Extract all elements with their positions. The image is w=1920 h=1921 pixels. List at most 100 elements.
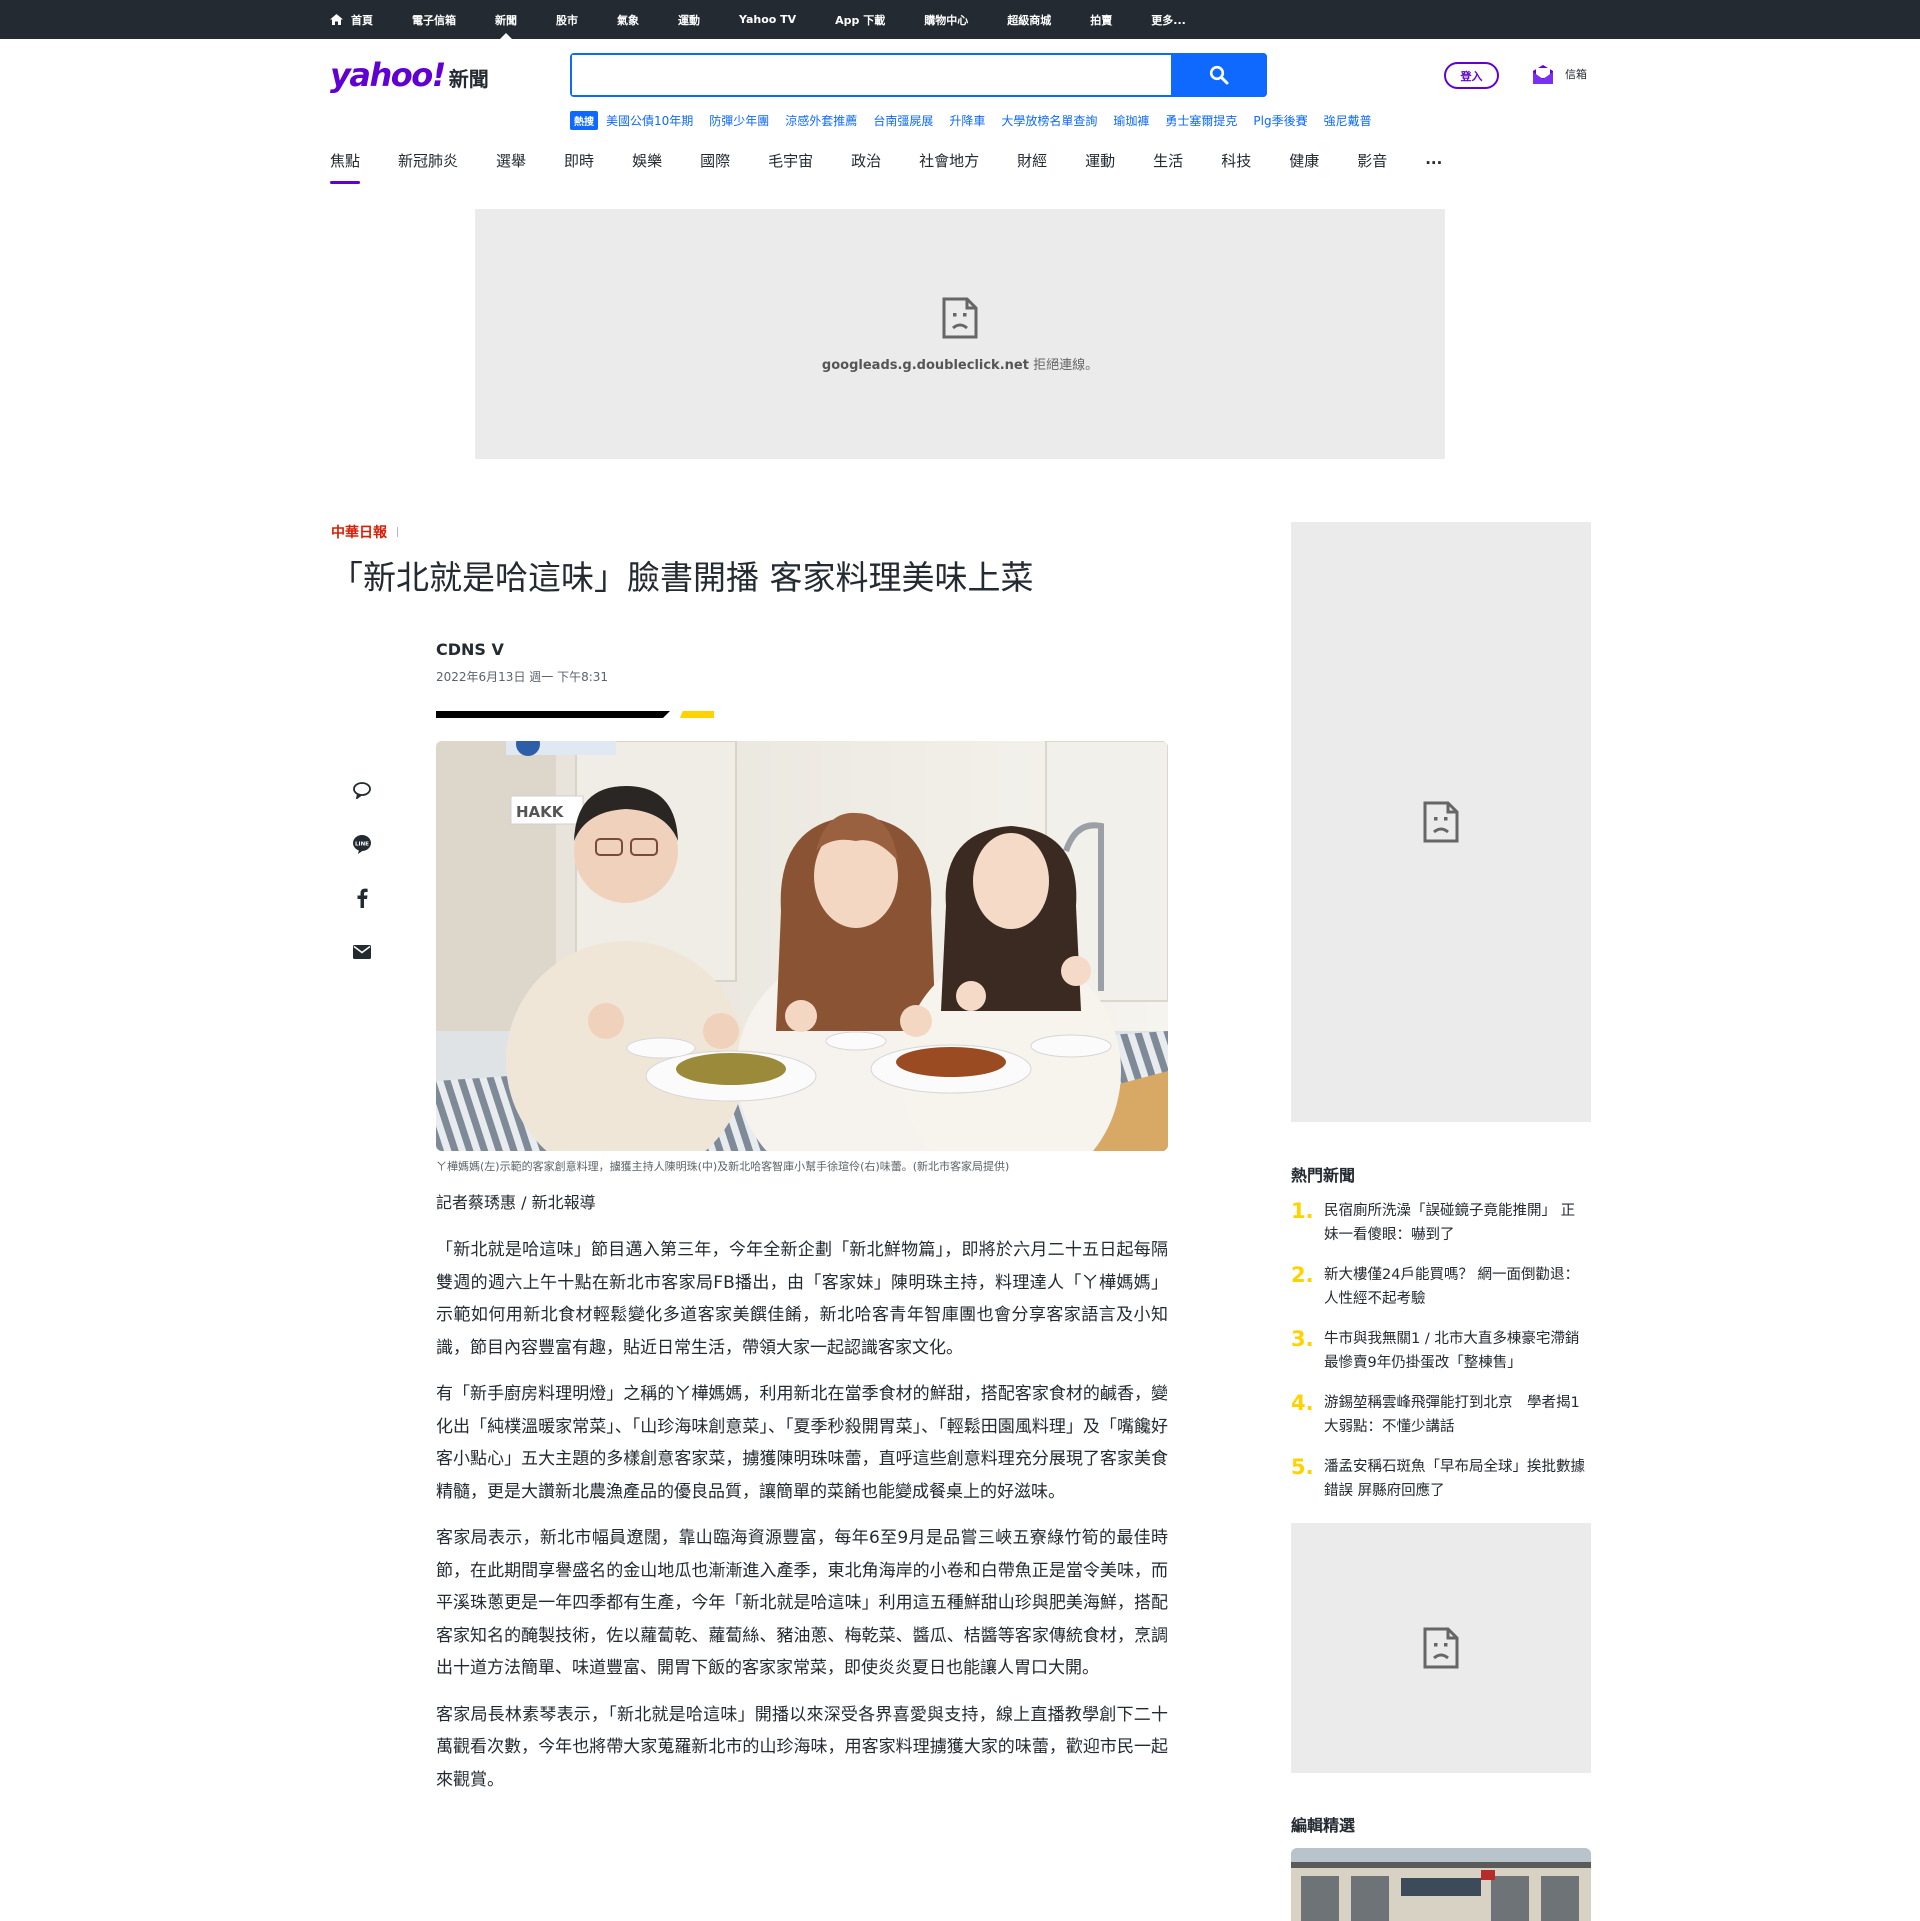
hot-news-item[interactable]: 5. 潘孟安稱石斑魚「早布局全球」挨批數據錯誤 屏縣府回應了 [1291, 1455, 1591, 1503]
trending-link[interactable]: 涼感外套推薦 [785, 112, 857, 129]
sad-page-icon [1423, 801, 1459, 843]
article-source[interactable]: 中華日報 [331, 522, 398, 542]
source-divider [397, 527, 398, 537]
tab-covid[interactable]: 新冠肺炎 [398, 150, 458, 184]
svg-text:LINE: LINE [355, 842, 369, 848]
trending-link[interactable]: 升降車 [949, 112, 985, 129]
top-nav: 首頁 電子信箱 新聞 股市 氣象 運動 Yahoo TV App 下載 購物中心… [330, 0, 1225, 39]
email-icon [353, 945, 371, 959]
decorative-bar-yellow [680, 711, 714, 718]
top-nav-weather[interactable]: 氣象 [617, 0, 639, 39]
login-button[interactable]: 登入 [1444, 62, 1499, 89]
article-paragraph: 「新北就是哈這味」節目邁入第三年，今年全新企劃「新北鮮物篇」，即將於六月二十五日… [436, 1240, 1168, 1358]
top-nav-sports[interactable]: 運動 [678, 0, 700, 39]
top-nav-yahoo-tv[interactable]: Yahoo TV [739, 0, 796, 39]
top-nav-home[interactable]: 首頁 [330, 0, 373, 39]
hot-news-rank: 5. [1291, 1455, 1314, 1479]
top-nav-auction[interactable]: 拍賣 [1090, 0, 1112, 39]
tab-health[interactable]: 健康 [1289, 150, 1319, 184]
hakka-cooking-photo: HAKK [436, 741, 1168, 1151]
top-nav-app[interactable]: App 下載 [835, 0, 885, 39]
yahoo-news-logo[interactable]: yahoo! 新聞 [330, 56, 489, 94]
trending-link[interactable]: 強尼戴普 [1324, 112, 1372, 129]
right-rail-ad-placeholder-2 [1291, 1523, 1591, 1773]
tab-sports[interactable]: 運動 [1085, 150, 1115, 184]
hot-news-item[interactable]: 4. 游錫堃稱雲峰飛彈能打到北京 學者揭1大弱點：不懂少講話 [1291, 1391, 1591, 1439]
trending-searches: 熱搜 美國公債10年期 防彈少年團 涼感外套推薦 台南彊屍展 升降車 大學放榜名… [570, 110, 1388, 130]
hot-news-headline: 新大樓僅24戶能買嗎？ 網一面倒勸退：人性經不起考驗 [1324, 1267, 1580, 1307]
category-nav: 焦點 新冠肺炎 選舉 即時 娛樂 國際 毛宇宙 政治 社會地方 財經 運動 生活… [330, 150, 1480, 184]
tab-realtime[interactable]: 即時 [564, 150, 594, 184]
top-nav-mall[interactable]: 超級商城 [1007, 0, 1051, 39]
top-nav-stock[interactable]: 股市 [556, 0, 578, 39]
logo-wordmark: yahoo! [330, 56, 446, 94]
share-facebook-button[interactable] [350, 886, 374, 910]
tab-politics[interactable]: 政治 [851, 150, 881, 184]
hot-news-headline: 民宿廁所洗澡「誤碰鏡子竟能推開」 正妹一看傻眼：嚇到了 [1324, 1203, 1576, 1243]
right-rail-ad-placeholder [1291, 522, 1591, 1122]
tab-pets[interactable]: 毛宇宙 [768, 150, 813, 184]
article-title: 「新北就是哈這味」臉書開播 客家料理美味上菜 [330, 558, 1034, 597]
tab-video[interactable]: 影音 [1357, 150, 1387, 184]
hot-news-item[interactable]: 1. 民宿廁所洗澡「誤碰鏡子竟能推開」 正妹一看傻眼：嚇到了 [1291, 1199, 1591, 1247]
tab-election[interactable]: 選舉 [496, 150, 526, 184]
share-email-button[interactable] [350, 940, 374, 964]
tab-finance[interactable]: 財經 [1017, 150, 1047, 184]
tab-more[interactable]: ... [1425, 150, 1442, 184]
building-photo [1291, 1848, 1591, 1921]
article-body: 記者蔡琇惠 / 新北報導 「新北就是哈這味」節目邁入第三年，今年全新企劃「新北鮮… [436, 1190, 1168, 1810]
hot-news-rank: 3. [1291, 1327, 1314, 1351]
tab-society[interactable]: 社會地方 [919, 150, 979, 184]
trending-link[interactable]: 台南彊屍展 [873, 112, 933, 129]
tab-focus[interactable]: 焦點 [330, 150, 361, 184]
ad-error-domain: googleads.g.doubleclick.net [821, 357, 1029, 373]
comment-button[interactable] [350, 778, 374, 802]
photo-sign-text: HAKK [516, 803, 565, 821]
mail-label: 信箱 [1565, 68, 1587, 81]
trending-badge: 熱搜 [570, 110, 598, 130]
search-input[interactable] [572, 55, 1172, 95]
article-paragraph: 客家局長林素琴表示，「新北就是哈這味」開播以來深受各界喜愛與支持，線上直播教學創… [436, 1704, 1168, 1790]
trending-link[interactable]: 瑜珈褲 [1113, 112, 1149, 129]
article-paragraph: 有「新手廚房料理明燈」之稱的ㄚ樺媽媽，利用新北在當季食材的鮮甜，搭配客家食材的鹹… [436, 1384, 1168, 1502]
tab-tech[interactable]: 科技 [1221, 150, 1251, 184]
hot-news-title: 熱門新聞 [1291, 1166, 1356, 1185]
tab-entertainment[interactable]: 娛樂 [632, 150, 662, 184]
mail-icon [1533, 65, 1553, 84]
top-nav-shopping[interactable]: 購物中心 [924, 0, 968, 39]
top-nav-more[interactable]: 更多... [1151, 0, 1186, 39]
tab-life[interactable]: 生活 [1153, 150, 1183, 184]
article-reporter: 記者蔡琇惠 / 新北報導 [436, 1193, 596, 1212]
comment-icon [353, 782, 371, 799]
trending-link[interactable]: 大學放榜名單查詢 [1001, 112, 1097, 129]
trending-link[interactable]: 美國公債10年期 [606, 112, 693, 129]
share-line-button[interactable]: LINE [350, 832, 374, 856]
mail-link[interactable]: 信箱 [1531, 62, 1587, 86]
photo-caption: ㄚ樺媽媽(左)示範的客家創意料理，擄獲主持人陳明珠(中)及新北哈客智庫小幫手徐瑄… [436, 1160, 1010, 1173]
article-paragraph: 客家局表示，新北市幅員遼闊，靠山臨海資源豐富，每年6至9月是品嘗三峽五寮綠竹筍的… [436, 1528, 1168, 1678]
trending-link[interactable]: 勇士塞爾提克 [1165, 112, 1237, 129]
facebook-icon [357, 888, 368, 908]
hot-news-headline: 潘孟安稱石斑魚「早布局全球」挨批數據錯誤 屏縣府回應了 [1324, 1459, 1585, 1499]
editor-pick-thumbnail[interactable] [1291, 1848, 1591, 1921]
ad-error-message: googleads.g.doubleclick.net 拒絕連線。 [822, 354, 1098, 373]
search-button[interactable] [1171, 53, 1267, 97]
hot-news-headline: 牛市與我無關1 / 北市大直多棟豪宅滯銷 最慘賣9年仍掛蛋改「整棟售」 [1324, 1331, 1594, 1371]
hot-news-rank: 1. [1291, 1199, 1314, 1223]
top-nav-news[interactable]: 新聞 [495, 0, 517, 39]
line-icon: LINE [353, 835, 371, 854]
decorative-bar-black [436, 711, 670, 718]
top-navigation-bar: 首頁 電子信箱 新聞 股市 氣象 運動 Yahoo TV App 下載 購物中心… [0, 0, 1920, 39]
top-nav-mail[interactable]: 電子信箱 [412, 0, 456, 39]
trending-link[interactable]: Plg季後賽 [1253, 112, 1307, 129]
hot-news-item[interactable]: 3. 牛市與我無關1 / 北市大直多棟豪宅滯銷 最慘賣9年仍掛蛋改「整棟售」 [1291, 1327, 1594, 1375]
hot-news-item[interactable]: 2. 新大樓僅24戶能買嗎？ 網一面倒勸退：人性經不起考驗 [1291, 1263, 1591, 1311]
article-photo[interactable]: HAKK [436, 741, 1168, 1151]
hot-news-headline: 游錫堃稱雲峰飛彈能打到北京 學者揭1大弱點：不懂少講話 [1324, 1395, 1580, 1435]
hot-news-rank: 4. [1291, 1391, 1314, 1415]
tab-international[interactable]: 國際 [700, 150, 730, 184]
hot-news-rank: 2. [1291, 1263, 1314, 1287]
ad-error-text: 拒絕連線。 [1028, 357, 1099, 373]
article-date: 2022年6月13日 週一 下午8:31 [436, 670, 609, 684]
trending-link[interactable]: 防彈少年團 [709, 112, 769, 129]
